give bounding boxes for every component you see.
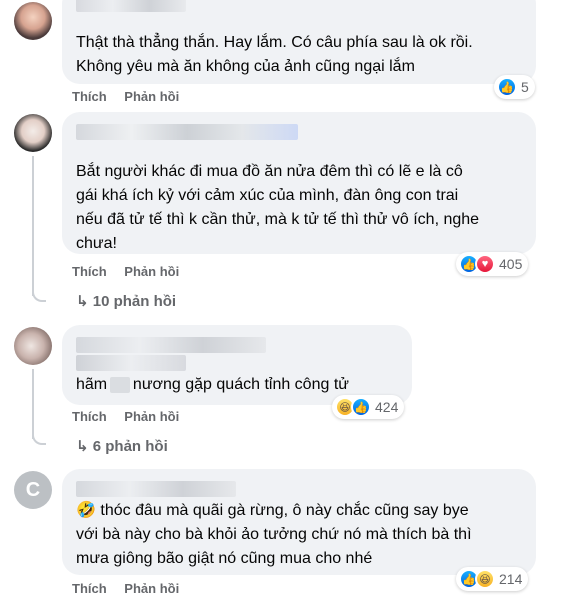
comment-actions: Thích Phản hồi (72, 581, 193, 596)
comment-text-line: mưa giông bão giật nó cũng mua cho nhé (76, 550, 373, 567)
laughing-face-icon: 😆 (475, 569, 495, 589)
blurred-author-name (76, 355, 186, 371)
avatar[interactable] (14, 327, 52, 365)
reply-arrow-icon: ↳ (76, 293, 93, 310)
thread-line (32, 156, 34, 296)
comment-text-line: Thật thà thẳng thắn. Hay lắm. Có câu phí… (76, 34, 473, 51)
comment-text-line: gái khá ích kỷ với cảm xúc của mình, đàn… (76, 187, 459, 204)
reply-button[interactable]: Phản hồi (124, 264, 179, 279)
reaction-count: 424 (375, 399, 399, 415)
comment-actions: Thích Phản hồi (72, 409, 193, 424)
reaction-summary[interactable]: 👍 😆 214 (456, 567, 529, 591)
reply-arrow-icon: ↳ (76, 438, 93, 455)
comment-1: Thật thà thẳng thắn. Hay lắm. Có câu phí… (0, 0, 580, 112)
comment-text-line: Bắt người khác đi mua đồ ăn nửa đêm thì … (76, 163, 463, 180)
thumbs-up-icon: 👍 (497, 77, 517, 97)
like-button[interactable]: Thích (72, 89, 107, 104)
like-button[interactable]: Thích (72, 264, 107, 279)
like-button[interactable]: Thích (72, 409, 107, 424)
reply-button[interactable]: Phản hồi (124, 581, 179, 596)
thread-hook (32, 425, 46, 445)
blurred-author-name (76, 337, 266, 353)
reaction-summary[interactable]: 😆 👍 424 (332, 395, 405, 419)
blurred-author-name (76, 481, 236, 497)
avatar[interactable]: C (14, 471, 52, 509)
reaction-count: 214 (499, 571, 523, 587)
blurred-mention (110, 377, 130, 393)
comment-3: hãm cô nương gặp quách tỉnh công tử 😆 👍 … (0, 317, 580, 463)
thread-hook (32, 282, 46, 302)
reaction-summary[interactable]: 👍 ♥ 405 (456, 252, 529, 276)
reaction-count: 405 (499, 256, 523, 272)
view-replies-link[interactable]: ↳ 6 phản hồi (76, 437, 168, 455)
like-button[interactable]: Thích (72, 581, 107, 596)
avatar-letter: C (25, 478, 41, 501)
laughing-face-icon: 🤣 (76, 502, 96, 519)
view-replies-link[interactable]: ↳ 10 phản hồi (76, 292, 176, 310)
avatar[interactable] (14, 2, 52, 40)
blurred-author-name (76, 0, 186, 12)
thumbs-up-icon: 👍 (351, 397, 371, 417)
heart-icon: ♥ (475, 254, 495, 274)
reaction-summary[interactable]: 👍 5 (494, 75, 535, 99)
reply-button[interactable]: Phản hồi (124, 89, 179, 104)
replies-count-label: 6 phản hồi (92, 438, 168, 455)
reply-button[interactable]: Phản hồi (124, 409, 179, 424)
comment-text-line: chưa! (76, 235, 117, 252)
comment-text-line: Không yêu mà ăn không của ảnh cũng ngại … (76, 58, 415, 75)
comment-text-line: nếu đã tử tế thì k cần thử, mà k tử tế t… (76, 211, 480, 228)
comment-text-line: với bà này cho bà khỏi ảo tưởng chứ nó m… (76, 526, 472, 543)
blurred-author-name (76, 124, 298, 140)
replies-count-label: 10 phản hồi (92, 293, 177, 310)
comment-text-content: thóc đâu mà quãi gà rừng, ô này chắc cũn… (100, 502, 469, 519)
avatar[interactable] (14, 114, 52, 152)
comment-actions: Thích Phản hồi (72, 89, 193, 104)
comment-text-line: 🤣 thóc đâu mà quãi gà rừng, ô này chắc c… (76, 499, 469, 523)
reaction-count: 5 (521, 79, 529, 95)
comment-actions: Thích Phản hồi (72, 264, 193, 279)
comment-2: Bắt người khác đi mua đồ ăn nửa đêm thì … (0, 112, 580, 317)
comment-4: C 🤣 thóc đâu mà quãi gà rừng, ô này chắc… (0, 463, 580, 601)
